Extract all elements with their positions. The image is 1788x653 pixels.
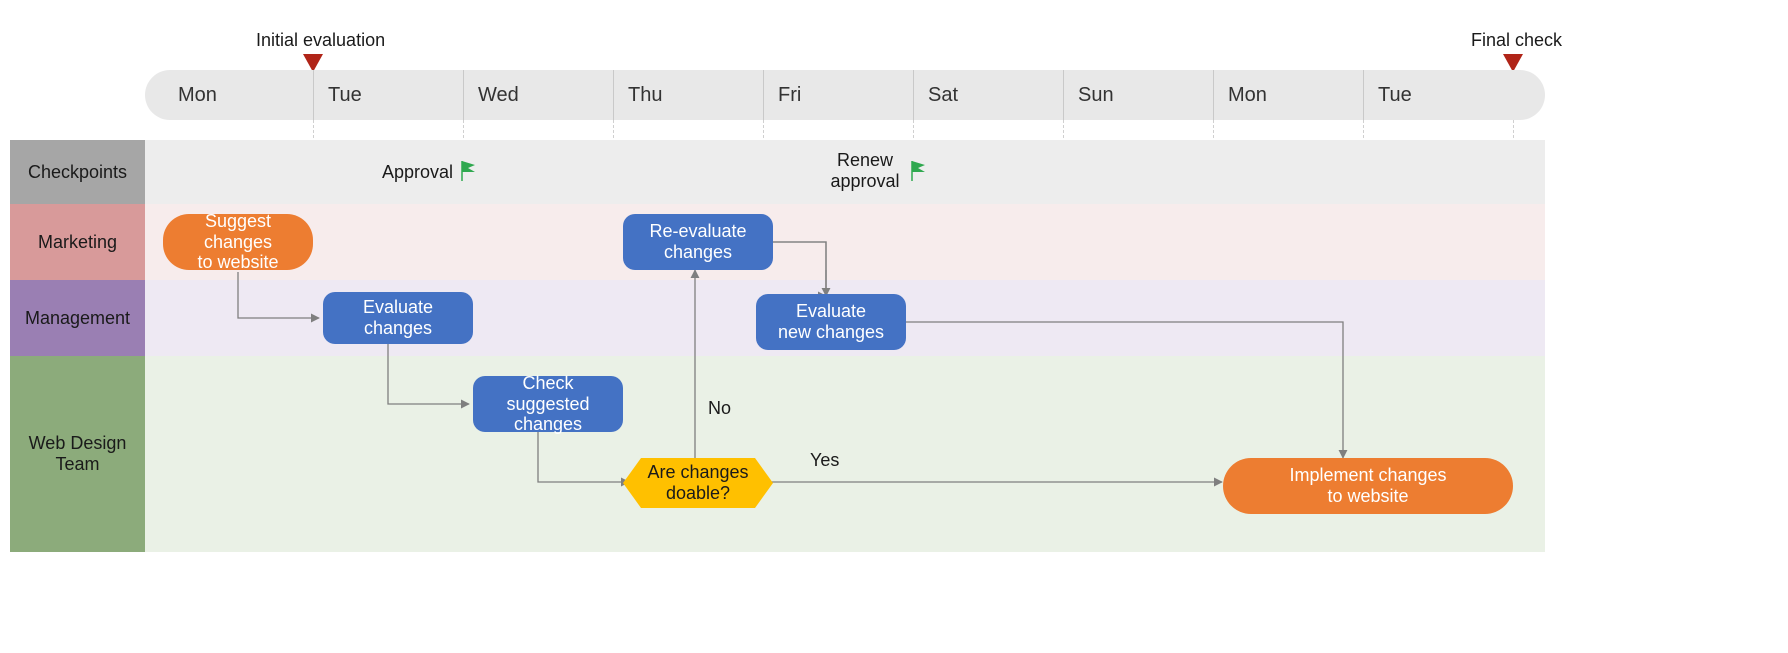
node-suggest-changes: Suggest changes to website	[163, 214, 313, 270]
flag-icon	[460, 160, 480, 182]
day-separator	[313, 70, 314, 120]
node-implement: Implement changes to website	[1223, 458, 1513, 514]
edge-label-no: No	[708, 398, 731, 419]
day-separator	[1363, 70, 1364, 120]
day-label: Thu	[628, 70, 662, 120]
day-label: Fri	[778, 70, 801, 120]
milestone-final-label: Final check	[1471, 30, 1562, 51]
lane-band-webdesign	[145, 356, 1545, 552]
lane-title-marketing: Marketing	[10, 204, 145, 280]
day-separator	[763, 70, 764, 120]
day-separator	[1063, 70, 1064, 120]
day-label: Wed	[478, 70, 519, 120]
checkpoint-renew-label: Renew approval	[825, 150, 905, 191]
edge-label-yes: Yes	[810, 450, 839, 471]
day-label: Sun	[1078, 70, 1114, 120]
day-label: Tue	[328, 70, 362, 120]
day-separator	[463, 70, 464, 120]
day-label: Sat	[928, 70, 958, 120]
day-label: Mon	[178, 70, 217, 120]
lane-title-webdesign: Web Design Team	[10, 356, 145, 552]
node-check-suggested: Check suggested changes	[473, 376, 623, 432]
lane-band-marketing	[145, 204, 1545, 280]
milestone-initial-label: Initial evaluation	[256, 30, 385, 51]
swimlane-diagram: Initial evaluation Final check Mon Tue W…	[0, 0, 1788, 653]
day-label: Mon	[1228, 70, 1267, 120]
day-label: Tue	[1378, 70, 1412, 120]
lane-title-management: Management	[10, 280, 145, 356]
node-decision-doable: Are changes doable?	[623, 458, 773, 508]
node-evaluate-new: Evaluate new changes	[756, 294, 906, 350]
day-separator	[613, 70, 614, 120]
lane-title-checkpoints: Checkpoints	[10, 140, 145, 204]
node-evaluate-changes: Evaluate changes	[323, 292, 473, 344]
flag-icon	[910, 160, 930, 182]
node-reevaluate: Re-evaluate changes	[623, 214, 773, 270]
day-separator	[913, 70, 914, 120]
day-separator	[1213, 70, 1214, 120]
checkpoint-approval-label: Approval	[382, 162, 453, 183]
